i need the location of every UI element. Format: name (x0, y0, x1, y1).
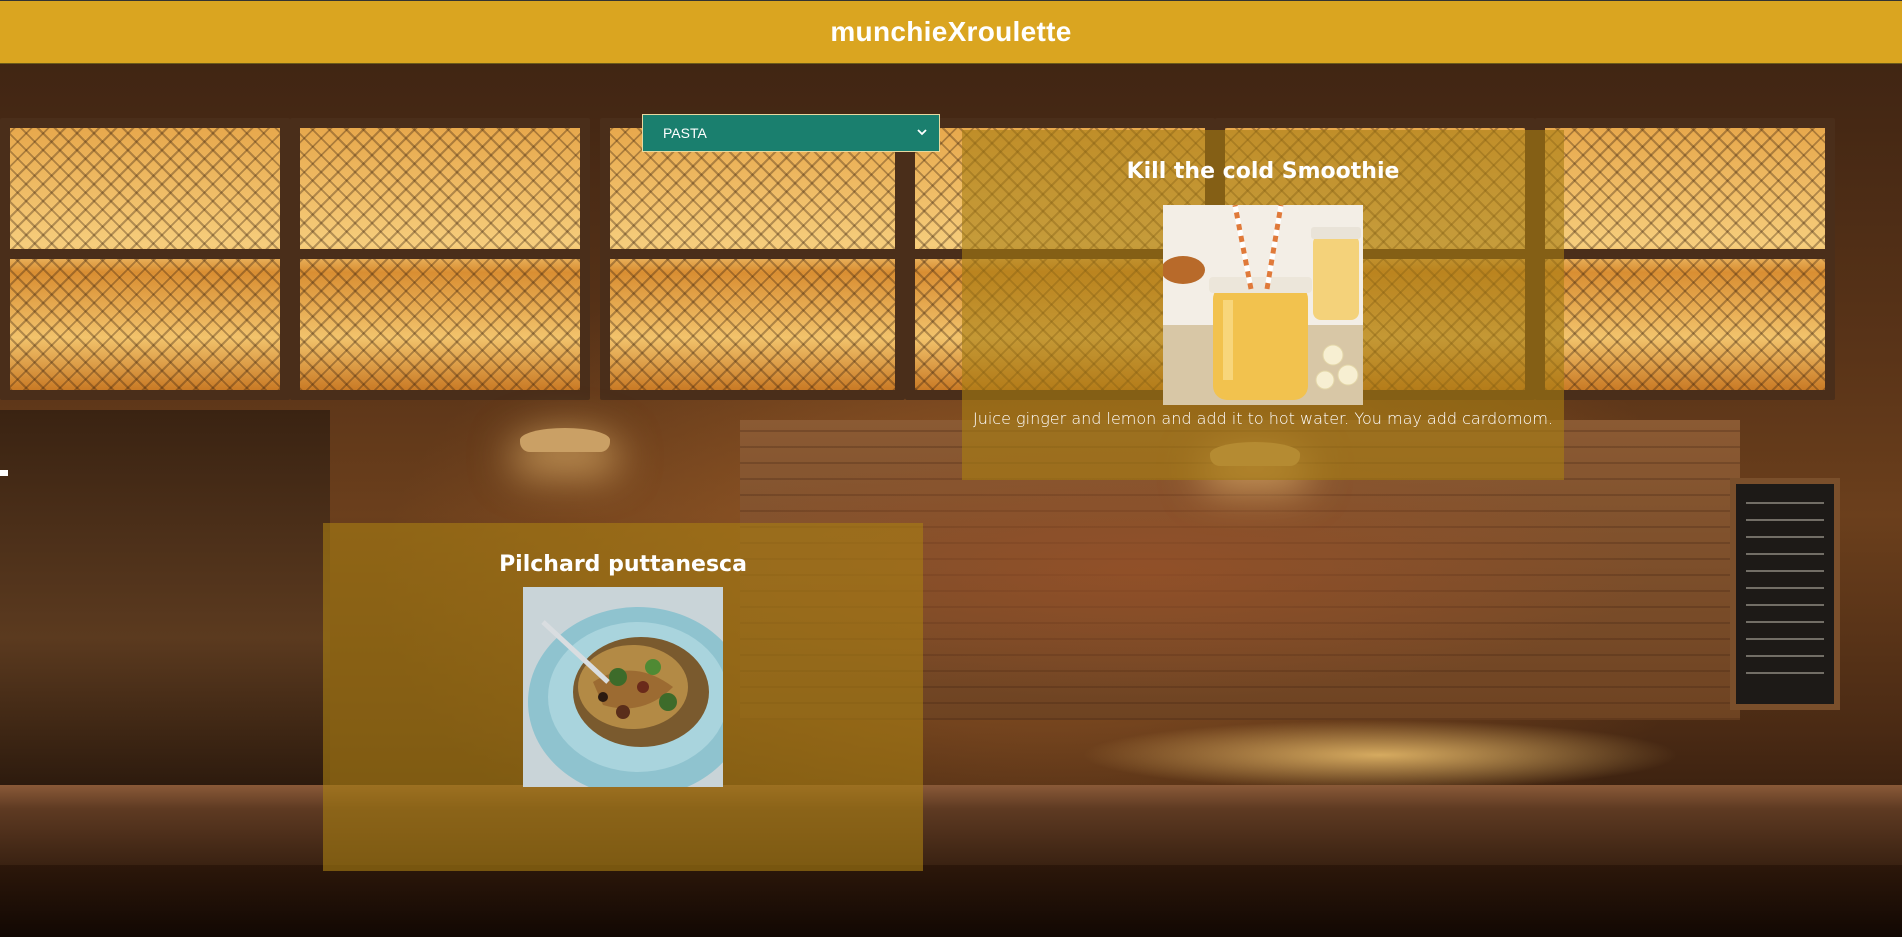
recipe-title: Kill the cold Smoothie (1126, 159, 1400, 184)
recipe-title: Pilchard puttanesca (499, 552, 747, 577)
recipe-card[interactable]: Pilchard puttanesca (323, 523, 923, 871)
app-title: munchieXroulette (830, 16, 1072, 47)
recipe-card[interactable]: Kill the cold Smoothie Juice ginger and … (962, 130, 1564, 480)
pasta-photo[interactable] (523, 587, 723, 787)
category-select-value: PASTA (663, 125, 707, 141)
smoothie-photo[interactable] (1163, 205, 1363, 405)
chevron-down-icon (917, 129, 927, 136)
bar-background-image (0, 0, 1902, 937)
recipe-description: Juice ginger and lemon and add it to hot… (972, 409, 1554, 428)
chalkboard-menu (1730, 478, 1840, 710)
app-header: munchieXroulette (0, 0, 1902, 64)
category-select[interactable]: PASTA (642, 114, 940, 152)
